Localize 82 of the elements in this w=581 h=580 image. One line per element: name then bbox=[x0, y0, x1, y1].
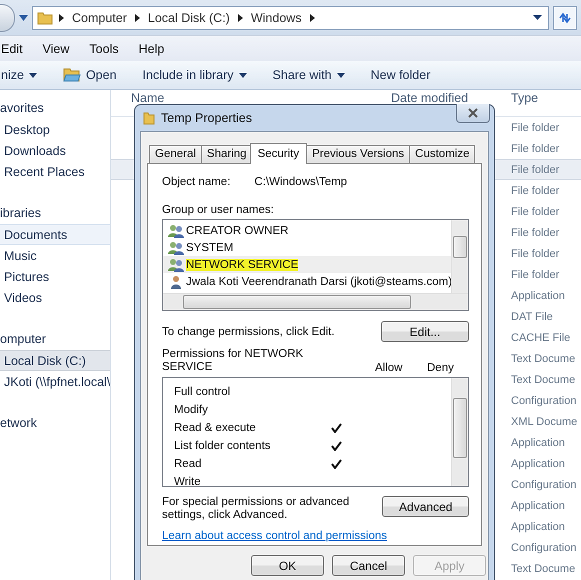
nav-item[interactable]: Downloads bbox=[0, 140, 110, 161]
permission-name: Modify bbox=[174, 404, 209, 416]
chevron-icon[interactable] bbox=[134, 14, 140, 22]
breadcrumb[interactable]: Windows bbox=[248, 10, 304, 24]
caret-icon bbox=[336, 72, 345, 78]
column-header[interactable]: Name bbox=[131, 91, 164, 105]
user-row[interactable]: CREATOR OWNER bbox=[163, 222, 451, 239]
user-row[interactable]: Jwala Koti Veerendranath Darsi (jkoti@steams.com) bbox=[163, 273, 451, 290]
tab[interactable]: Previous Versions bbox=[306, 145, 410, 163]
chevron-icon[interactable] bbox=[310, 14, 315, 22]
hint-text: For special permissions or advanced settings, click Advanced. bbox=[162, 496, 350, 522]
permission-name: List folder contents bbox=[174, 440, 272, 452]
address-bar[interactable]: Computer Local Disk (C:) Windows bbox=[32, 6, 549, 30]
caret-icon bbox=[28, 72, 37, 78]
nav-section-heading[interactable]: ibraries bbox=[0, 203, 110, 224]
tab[interactable]: Security bbox=[250, 143, 308, 164]
refresh-icon bbox=[558, 10, 572, 24]
scrollbar[interactable] bbox=[451, 220, 468, 293]
nav-item[interactable]: Music bbox=[0, 245, 110, 266]
nav-section-heading[interactable]: etwork bbox=[0, 413, 110, 434]
nav-item[interactable]: Desktop bbox=[0, 119, 110, 140]
close-icon bbox=[467, 108, 479, 118]
chevron-icon[interactable] bbox=[59, 14, 64, 22]
toolbar-button[interactable]: Share with bbox=[272, 68, 345, 82]
column-header: Allow bbox=[375, 362, 404, 374]
user-list[interactable]: CREATOR OWNER SYSTEM NETWORK SERVICE Jwala Koti Veerendranath Darsi (jkoti@steams.com) bbox=[162, 219, 469, 311]
nav-item[interactable]: Recent Places bbox=[0, 161, 110, 182]
dialog-button[interactable]: OK bbox=[251, 555, 324, 576]
tab[interactable]: General bbox=[149, 145, 202, 163]
window-title: Temp Properties bbox=[161, 111, 252, 125]
column-header: Deny bbox=[427, 362, 455, 374]
toolbar-button[interactable]: Include in library bbox=[142, 68, 247, 82]
permission-name: Read & execute bbox=[174, 422, 257, 434]
breadcrumb[interactable]: Computer bbox=[70, 10, 129, 24]
user-row[interactable]: NETWORK SERVICE bbox=[163, 256, 451, 273]
scrollbar[interactable] bbox=[451, 378, 468, 486]
permission-name: Write bbox=[174, 476, 202, 488]
tab[interactable]: Sharing bbox=[200, 145, 253, 163]
user-row[interactable]: SYSTEM bbox=[163, 239, 451, 256]
users-icon bbox=[167, 224, 185, 238]
refresh-button[interactable] bbox=[553, 6, 577, 30]
toolbar-button[interactable]: nize bbox=[1, 68, 37, 82]
chevron-icon[interactable] bbox=[238, 14, 243, 22]
caret-icon bbox=[238, 72, 247, 78]
dialog-button[interactable]: Cancel bbox=[332, 555, 405, 576]
hint-text: To change permissions, click Edit. bbox=[162, 326, 335, 338]
nav-section-heading[interactable]: avorites bbox=[0, 98, 110, 119]
object-name-value: C:\Windows\Temp bbox=[254, 176, 348, 188]
users-icon bbox=[167, 240, 185, 254]
users-icon bbox=[167, 258, 185, 272]
close-button[interactable] bbox=[456, 104, 490, 123]
help-link[interactable]: Learn about access control and permissions bbox=[162, 530, 469, 542]
permission-name: Read bbox=[174, 458, 202, 470]
breadcrumb[interactable]: Local Disk (C:) bbox=[146, 10, 232, 24]
column-header[interactable]: Date modified bbox=[391, 91, 468, 105]
menu-item[interactable]: Edit bbox=[1, 42, 23, 56]
toolbar-button[interactable]: Open bbox=[62, 67, 117, 83]
nav-item[interactable]: Pictures bbox=[0, 266, 110, 287]
menu-item[interactable]: Help bbox=[138, 42, 164, 56]
folder-icon bbox=[62, 67, 81, 83]
nav-item[interactable]: Local Disk (C:) bbox=[0, 350, 110, 371]
nav-section-heading[interactable]: omputer bbox=[0, 329, 110, 350]
scrollbar[interactable] bbox=[163, 293, 468, 310]
nav-item[interactable]: Documents bbox=[0, 224, 110, 245]
toolbar-button[interactable]: New folder bbox=[370, 68, 430, 82]
nav-item[interactable]: JKoti (\\fpfnet.local\ bbox=[0, 371, 110, 392]
advanced-button[interactable]: Advanced bbox=[382, 496, 469, 517]
back-button[interactable] bbox=[0, 4, 15, 32]
users-label: Group or user names: bbox=[162, 204, 275, 216]
column-header[interactable]: Type bbox=[511, 91, 538, 105]
nav-item[interactable]: Videos bbox=[0, 287, 110, 308]
permissions-label: Permissions for NETWORK SERVICE bbox=[162, 348, 304, 374]
permission-name: Full control bbox=[174, 386, 232, 398]
tab[interactable]: Customize bbox=[409, 145, 476, 163]
dropdown-arrow-icon[interactable] bbox=[533, 15, 542, 20]
folder-icon bbox=[143, 111, 155, 125]
edit-button[interactable]: Edit... bbox=[381, 321, 469, 342]
menu-item[interactable]: View bbox=[42, 42, 70, 56]
menu-item[interactable]: Tools bbox=[89, 42, 119, 56]
object-name-label: Object name: bbox=[162, 176, 230, 188]
dropdown-arrow-icon[interactable] bbox=[19, 14, 28, 20]
folder-icon bbox=[37, 10, 53, 26]
